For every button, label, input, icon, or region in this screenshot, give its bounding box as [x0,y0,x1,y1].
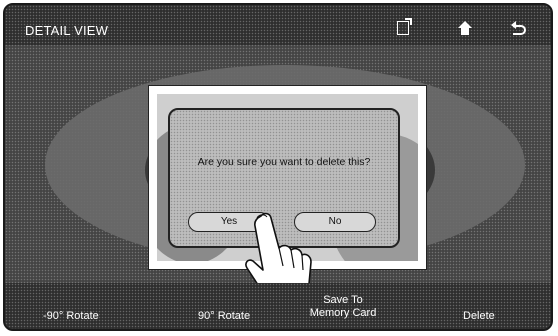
dialog-message: Are you sure you want to delete this? [197,156,371,168]
top-bar: DETAIL VIEW [5,5,551,45]
rotate-right-button[interactable]: 90° Rotate [198,310,250,322]
save-label-line1: Save To [323,294,363,306]
back-icon[interactable] [511,21,526,35]
delete-button[interactable]: Delete [463,310,495,322]
save-label-line2: Memory Card [309,307,377,319]
bottom-bar: -90° Rotate 90° Rotate Save To Memory Ca… [5,283,551,329]
memo-icon[interactable] [397,21,409,35]
page-title: DETAIL VIEW [25,23,109,38]
device-screen: DETAIL VIEW Are you sure you want to del… [3,3,553,331]
rotate-left-button[interactable]: -90° Rotate [43,310,99,322]
save-to-memory-card-button[interactable]: Save To Memory Card [303,294,383,320]
